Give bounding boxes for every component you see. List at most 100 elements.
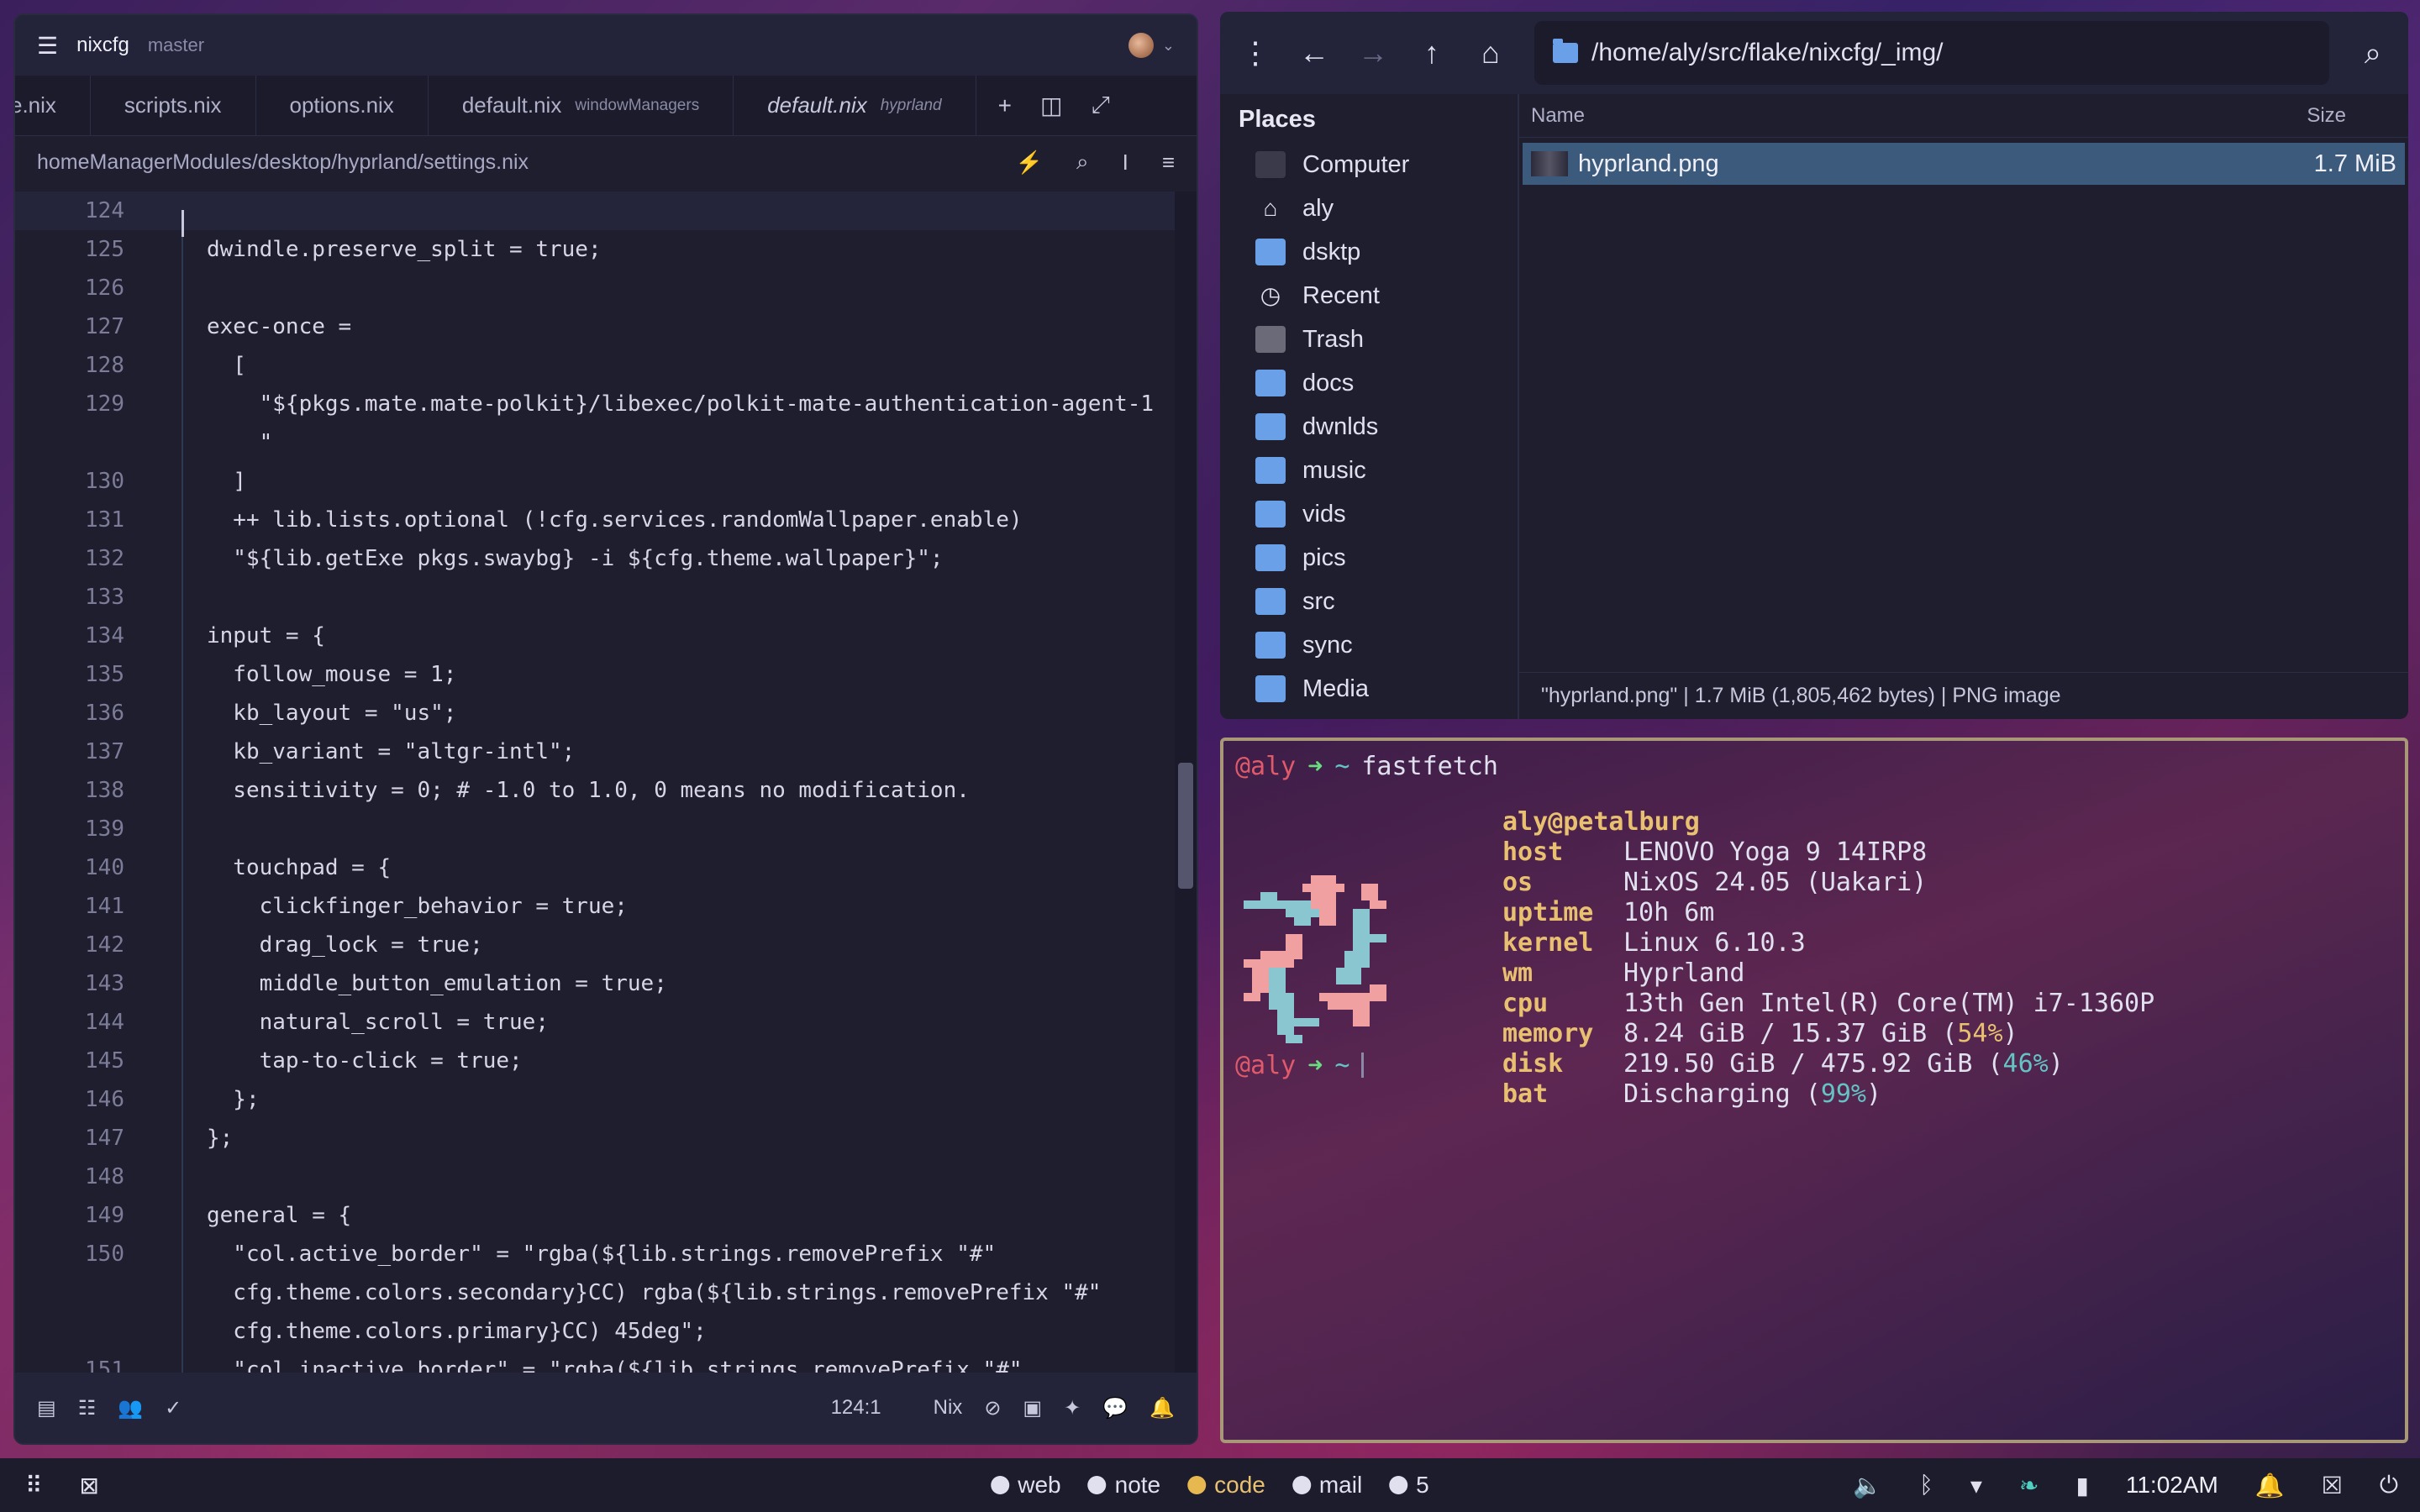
code-line[interactable]: 128 [ [15,346,1197,385]
code-line[interactable]: 150 "col.active_border" = "rgba(${lib.st… [15,1235,1197,1273]
workspace-5[interactable]: 5 [1389,1472,1429,1499]
place-item-docs[interactable]: docs [1220,361,1518,405]
kebab-menu-icon[interactable]: ⋮ [1240,35,1270,71]
code-line[interactable]: 125 dwindle.preserve_split = true; [15,230,1197,269]
up-arrow-icon[interactable]: ↑ [1417,35,1447,71]
code-line[interactable]: 133 [15,578,1197,617]
branch-name[interactable]: master [148,34,204,56]
notification-bell-icon[interactable]: 🔔 [2255,1472,2285,1499]
place-item-pics[interactable]: pics [1220,536,1518,580]
code-line[interactable]: 140 touchpad = { [15,848,1197,887]
cursor-position[interactable]: 124:1 [831,1396,881,1420]
code-line[interactable]: 126 [15,269,1197,307]
workspace-note[interactable]: note [1087,1472,1160,1499]
tab-e-nix[interactable]: e.nix [15,76,91,135]
column-name[interactable]: Name [1531,104,1585,128]
code-line[interactable]: cfg.theme.colors.primary}CC) 45deg"; [15,1312,1197,1351]
diagnostics-icon[interactable]: ⊘ [984,1396,1001,1420]
power-icon[interactable]: ⏻ [2380,1472,2398,1499]
code-line[interactable]: cfg.theme.colors.secondary}CC) rgba(${li… [15,1273,1197,1312]
caffeine-off-icon[interactable]: ☒ [2322,1472,2343,1499]
outline-icon[interactable]: ☷ [78,1396,97,1420]
tab-default-nix-windowmanagers[interactable]: default.nix windowManagers [429,76,734,135]
code-line[interactable]: " [15,423,1197,462]
tab-scripts-nix[interactable]: scripts.nix [91,76,256,135]
code-line[interactable]: 148 [15,1158,1197,1196]
assistant-icon[interactable]: ✦ [1064,1396,1081,1420]
place-item-vids[interactable]: vids [1220,492,1518,536]
place-item-sync[interactable]: sync [1220,623,1518,667]
bluetooth-icon[interactable]: ᛒ [1919,1472,1933,1499]
app-grid-icon[interactable]: ⠿ [25,1472,43,1499]
code-line[interactable]: 141 clickfinger_behavior = true; [15,887,1197,926]
place-item-src[interactable]: src [1220,580,1518,623]
code-line[interactable]: 134 input = { [15,617,1197,655]
code-line[interactable]: 127 exec-once = [15,307,1197,346]
language-mode[interactable]: Nix [934,1396,963,1420]
tab-default-nix-hyprland[interactable]: default.nix hyprland [734,76,976,135]
battery-icon[interactable]: ▮ [2075,1472,2088,1499]
chat-icon[interactable]: 💬 [1102,1396,1128,1420]
volume-icon[interactable]: 🔈 [1853,1472,1882,1499]
terminal-window[interactable]: @aly ➜ ~ fastfetch aly@petalburg host LE… [1220,738,2408,1443]
code-line[interactable]: 129 "${pkgs.mate.mate-polkit}/libexec/po… [15,385,1197,423]
leaf-icon[interactable]: ❧ [2019,1472,2039,1499]
place-item-recent[interactable]: ◷ Recent [1220,274,1518,318]
chevron-down-icon[interactable]: ⌄ [1162,37,1175,55]
column-size[interactable]: Size [2307,104,2346,128]
collaborators-icon[interactable]: 👥 [118,1396,143,1420]
close-window-icon[interactable]: ⊠ [80,1472,99,1499]
code-line[interactable]: 132 "${lib.getExe pkgs.swaybg} -i ${cfg.… [15,539,1197,578]
location-bar[interactable]: /home/aly/src/flake/nixcfg/_img/ [1534,21,2329,85]
code-line[interactable]: 146 }; [15,1080,1197,1119]
code-line[interactable]: 131 ++ lib.lists.optional (!cfg.services… [15,501,1197,539]
code-line[interactable]: 138 sensitivity = 0; # -1.0 to 1.0, 0 me… [15,771,1197,810]
hamburger-menu-icon[interactable]: ☰ [37,32,58,60]
place-item-dsktp[interactable]: dsktp [1220,230,1518,274]
code-line[interactable]: 143 middle_button_emulation = true; [15,964,1197,1003]
place-item-dwnlds[interactable]: dwnlds [1220,405,1518,449]
wifi-icon[interactable]: ▾ [1970,1472,1982,1499]
sidebar-toggle-icon[interactable]: ▤ [37,1396,56,1420]
editor-scrollbar[interactable] [1175,192,1197,1373]
terminal-icon[interactable]: ▣ [1023,1396,1042,1420]
clock[interactable]: 11:02AM [2126,1472,2218,1499]
place-item-computer[interactable]: Computer [1220,143,1518,186]
bell-icon[interactable]: 🔔 [1150,1396,1175,1420]
fullscreen-icon[interactable]: ⤢ [1091,92,1109,119]
code-line[interactable]: 139 [15,810,1197,848]
search-icon[interactable]: ⌕ [2358,35,2388,71]
magic-wand-icon[interactable]: ⚡ [1016,150,1043,176]
project-name[interactable]: nixcfg [76,34,129,57]
file-row[interactable]: hyprland.png 1.7 MiB [1523,143,2405,185]
tab-options-nix[interactable]: options.nix [256,76,429,135]
workspace-code[interactable]: code [1187,1472,1265,1499]
place-item-trash[interactable]: Trash [1220,318,1518,361]
code-line[interactable]: 136 kb_layout = "us"; [15,694,1197,732]
settings-sliders-icon[interactable]: ≡ [1162,150,1175,176]
code-line[interactable]: 124 [15,192,1197,230]
code-line[interactable]: 137 kb_variant = "altgr-intl"; [15,732,1197,771]
place-item-media[interactable]: Media [1220,667,1518,711]
code-line[interactable]: 144 natural_scroll = true; [15,1003,1197,1042]
workspace-mail[interactable]: mail [1292,1472,1362,1499]
avatar[interactable] [1128,33,1154,58]
forward-arrow-icon[interactable]: → [1358,35,1388,71]
code-line[interactable]: 145 tap-to-click = true; [15,1042,1197,1080]
code-line[interactable]: 147}; [15,1119,1197,1158]
code-line[interactable]: 130 ] [15,462,1197,501]
check-icon[interactable]: ✓ [165,1396,182,1420]
code-area[interactable]: 124 125 dwindle.preserve_split = true; 126 1… [15,192,1197,1383]
scrollbar-thumb[interactable] [1178,763,1193,889]
search-icon[interactable]: ⌕ [1076,149,1089,176]
code-line[interactable]: 142 drag_lock = true; [15,926,1197,964]
workspace-web[interactable]: web [991,1472,1061,1499]
new-tab-icon[interactable]: + [998,92,1012,119]
text-cursor-icon[interactable]: I [1123,150,1128,176]
home-icon[interactable]: ⌂ [1476,35,1506,71]
place-item-music[interactable]: music [1220,449,1518,492]
code-line[interactable]: 149 general = { [15,1196,1197,1235]
place-item-aly[interactable]: ⌂ aly [1220,186,1518,230]
split-view-icon[interactable]: ◫ [1040,92,1062,119]
back-arrow-icon[interactable]: ← [1299,35,1329,71]
